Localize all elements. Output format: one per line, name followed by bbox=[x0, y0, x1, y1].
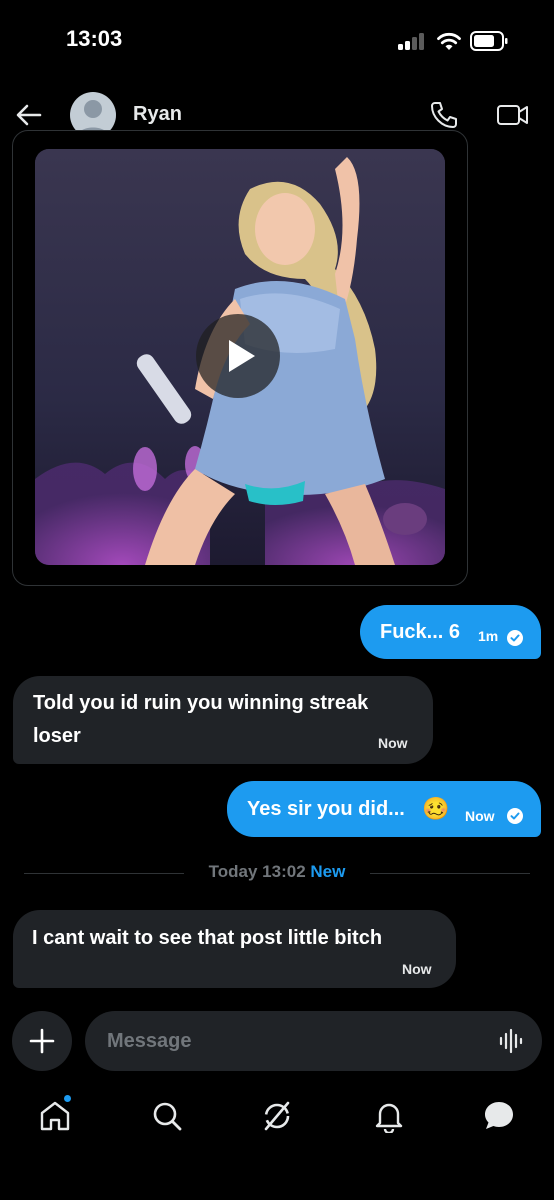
wifi-icon bbox=[437, 32, 461, 50]
message-time: Now bbox=[402, 961, 432, 977]
divider-date: Today 13:02 bbox=[208, 862, 306, 881]
back-arrow-icon[interactable] bbox=[14, 100, 44, 130]
message-time: 1m bbox=[478, 628, 499, 644]
message-text: I cant wait to see that post little bitc… bbox=[32, 927, 383, 949]
seen-check-icon bbox=[507, 808, 523, 824]
divider-line-left bbox=[24, 873, 184, 874]
outgoing-message[interactable]: Yes sir you did... 🥴 Now bbox=[227, 781, 541, 837]
search-icon[interactable] bbox=[150, 1099, 184, 1133]
incoming-message[interactable]: I cant wait to see that post little bitc… bbox=[13, 910, 456, 988]
video-thumbnail[interactable] bbox=[35, 149, 445, 565]
incoming-message[interactable]: Told you id ruin you winning streak lose… bbox=[13, 676, 433, 764]
status-bar: 13:03 bbox=[0, 0, 554, 80]
message-composer bbox=[85, 1011, 542, 1071]
status-time: 13:03 bbox=[66, 26, 123, 51]
message-time: Now bbox=[378, 735, 408, 751]
message-time: Now bbox=[465, 808, 495, 824]
woozy-face-emoji: 🥴 bbox=[422, 796, 450, 821]
seen-check-icon bbox=[507, 630, 523, 646]
contact-name[interactable]: Ryan bbox=[133, 103, 182, 126]
voice-message-icon[interactable] bbox=[497, 1027, 525, 1055]
add-attachment-button[interactable] bbox=[12, 1011, 72, 1071]
grok-icon[interactable] bbox=[260, 1099, 294, 1133]
play-icon bbox=[229, 340, 255, 372]
plus-icon bbox=[29, 1028, 55, 1054]
media-message[interactable] bbox=[12, 130, 468, 586]
messages-icon[interactable] bbox=[482, 1099, 516, 1133]
message-text: Yes sir you did... bbox=[247, 798, 405, 820]
message-text: Fuck... 6 bbox=[380, 621, 461, 643]
outgoing-message[interactable]: Fuck... 6 1m bbox=[360, 605, 541, 659]
notifications-icon[interactable] bbox=[372, 1099, 406, 1133]
bottom-navigation bbox=[0, 1085, 554, 1155]
divider-line-right bbox=[370, 873, 530, 874]
message-text-line-2: loser bbox=[33, 725, 81, 747]
dm-conversation-screen: 13:03 Ryan Fuck... 6 1m Told you id ruin… bbox=[0, 0, 554, 1200]
home-unread-dot bbox=[63, 1094, 72, 1103]
message-text-line-1: Told you id ruin you winning streak bbox=[33, 692, 369, 714]
battery-icon bbox=[470, 31, 508, 51]
divider-new-label: New bbox=[310, 862, 346, 881]
cellular-signal-icon bbox=[398, 32, 426, 50]
phone-icon[interactable] bbox=[428, 99, 460, 131]
message-input[interactable] bbox=[107, 1025, 477, 1057]
home-icon[interactable] bbox=[38, 1099, 72, 1133]
video-camera-icon[interactable] bbox=[496, 101, 530, 129]
home-indicator bbox=[200, 1185, 354, 1190]
new-messages-divider: Today 13:02 New bbox=[190, 862, 364, 882]
play-button[interactable] bbox=[196, 314, 280, 398]
